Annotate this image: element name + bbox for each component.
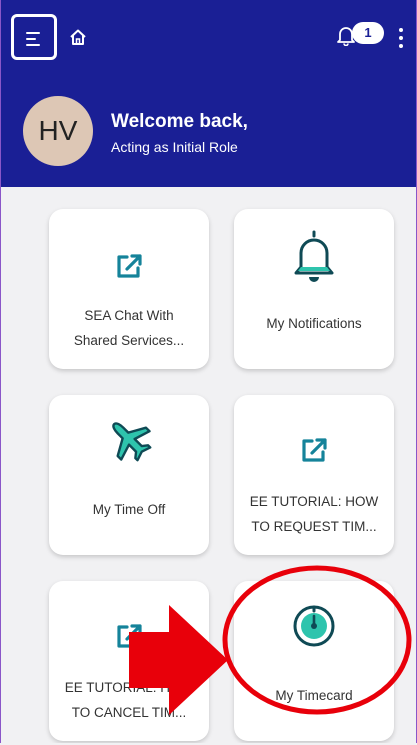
menu-button[interactable]	[11, 14, 57, 60]
more-options-icon[interactable]	[398, 28, 404, 50]
tile-label: EE TUTORIAL: HOW TO REQUEST TIM...	[249, 494, 379, 534]
clock-icon	[293, 605, 335, 647]
external-link-icon	[117, 254, 142, 278]
tile-my-timecard[interactable]: My Timecard	[234, 581, 394, 741]
app-header: 1 HV Welcome back, Acting as Initial Rol…	[1, 0, 416, 187]
tile-my-time-off[interactable]: My Time Off	[49, 395, 209, 555]
tile-ee-tutorial-request[interactable]: EE TUTORIAL: HOW TO REQUEST TIM...	[234, 395, 394, 555]
role-subtitle: Acting as Initial Role	[111, 139, 238, 155]
tile-ee-tutorial-cancel[interactable]: EE TUTORIAL: HOW TO CANCEL TIM...	[49, 581, 209, 741]
external-link-icon	[302, 438, 327, 462]
tile-my-notifications[interactable]: My Notifications	[234, 209, 394, 369]
avatar[interactable]: HV	[23, 96, 93, 166]
bell-icon	[294, 230, 334, 282]
tile-label: EE TUTORIAL: HOW TO CANCEL TIM...	[64, 680, 194, 720]
tile-label: My Timecard	[275, 688, 353, 703]
airplane-icon	[112, 422, 152, 462]
tile-label: SEA Chat With Shared Services...	[73, 308, 185, 348]
app-frame: 1 HV Welcome back, Acting as Initial Rol…	[0, 0, 417, 743]
welcome-heading: Welcome back,	[111, 111, 248, 132]
tile-sea-chat[interactable]: SEA Chat With Shared Services...	[49, 209, 209, 369]
tile-label: My Notifications	[266, 316, 362, 331]
home-icon[interactable]	[69, 28, 87, 46]
notification-count-badge: 1	[352, 22, 384, 44]
tile-label: My Time Off	[92, 502, 166, 517]
external-link-icon	[117, 624, 142, 648]
